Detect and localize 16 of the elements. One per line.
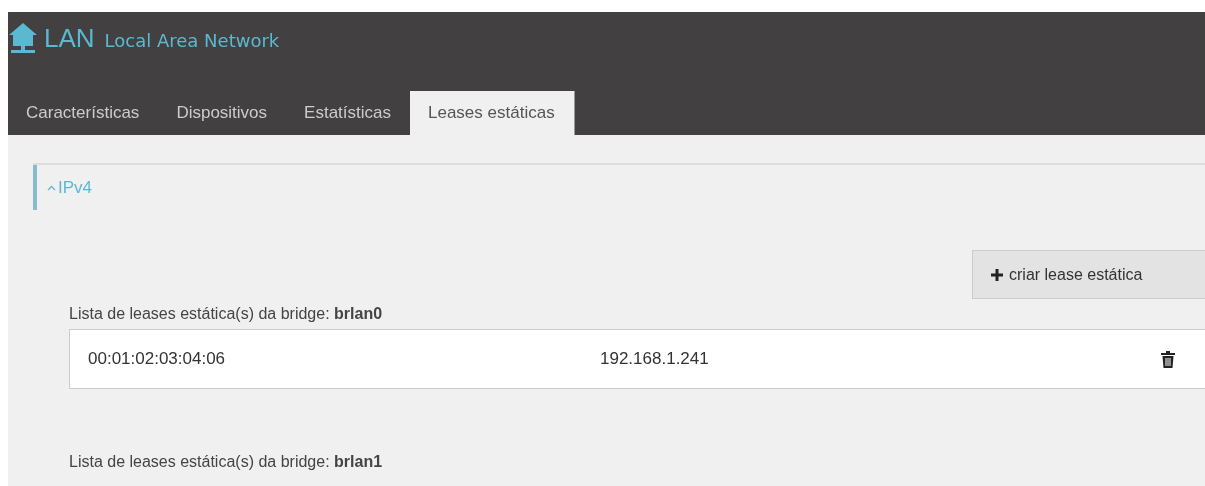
page-title: LAN: [44, 22, 95, 54]
mac-address: 00:01:02:03:04:06: [88, 349, 227, 369]
tab[interactable]: Características: [8, 91, 159, 135]
page-subtitle: Local Area Network: [104, 29, 280, 51]
bridge-heading: Lista de leases estática(s) da bridge: brlan0: [69, 305, 384, 323]
tab[interactable]: Estatísticas: [286, 91, 410, 135]
section-title: IPv4: [58, 177, 93, 198]
house-icon: [8, 22, 38, 54]
tab[interactable]: Dispositivos: [158, 91, 287, 135]
bridge-heading: Lista de leases estática(s) da bridge: brlan1: [69, 453, 384, 471]
plus-icon: [991, 268, 1003, 281]
create-lease-button[interactable]: criar lease estática: [972, 250, 1205, 299]
ip-address: 192.168.1.241: [600, 349, 710, 369]
tab[interactable]: Leases estáticas: [410, 91, 575, 135]
chevron-up-icon: [47, 184, 56, 191]
trash-icon[interactable]: [1161, 350, 1175, 368]
